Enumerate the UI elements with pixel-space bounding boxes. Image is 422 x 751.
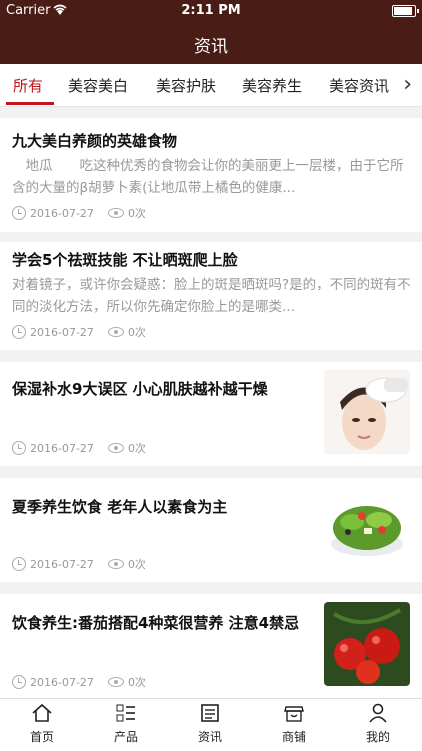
chevron-right-icon[interactable]: ›	[403, 72, 412, 97]
article-date: 2016-07-27	[30, 441, 94, 455]
clock-icon	[12, 441, 26, 455]
status-bar: Carrier 2:11 PM	[0, 0, 422, 22]
bottom-tab-products[interactable]: 产品	[84, 703, 168, 745]
article-title: 九大美白养颜的英雄食物	[12, 132, 178, 150]
article-meta: 2016-07-27 0次	[12, 205, 146, 221]
home-icon	[0, 703, 84, 726]
list-icon	[84, 703, 168, 726]
bottom-tab-label: 我的	[365, 730, 390, 744]
article-date: 2016-07-27	[30, 675, 94, 689]
article-title: 饮食养生:番茄搭配4种菜很营养 注意4禁忌	[12, 614, 300, 632]
article-summary: 地瓜 吃这种优秀的食物会让你的美丽更上一层楼，由于它所含的大量的β胡萝卜素(让地…	[12, 158, 404, 196]
article-card[interactable]: 保湿补水9大误区 小心肌肤越补越干燥 2016-07-27 0次	[0, 362, 422, 466]
face-mask-photo	[324, 370, 410, 454]
clock-icon	[12, 206, 26, 220]
bottom-tab-label: 产品	[113, 730, 138, 744]
bottom-tab-bar: 首页 产品 资讯 商铺 我的	[0, 698, 422, 751]
eye-icon	[107, 559, 124, 569]
eye-icon	[107, 208, 124, 218]
article-date: 2016-07-27	[30, 557, 94, 571]
tomato-photo	[324, 602, 410, 686]
article-title: 学会5个祛斑技能 不让晒斑爬上脸	[12, 251, 238, 269]
article-meta: 2016-07-27 0次	[12, 556, 146, 572]
shop-icon	[252, 703, 336, 726]
salad-photo	[324, 486, 410, 570]
bottom-tab-shop[interactable]: 商铺	[252, 703, 336, 745]
tab-beauty-news[interactable]: 美容资讯	[329, 75, 389, 96]
article-views: 0次	[127, 558, 146, 571]
bottom-tab-label: 商铺	[281, 730, 306, 744]
bottom-tab-home[interactable]: 首页	[0, 703, 84, 745]
bottom-tab-me[interactable]: 我的	[336, 703, 420, 745]
article-summary: 对着镜子，或许你会疑惑：脸上的斑是晒斑吗?是的，不同的斑有不同的淡化方法，所以你…	[12, 277, 411, 315]
page-title: 资讯	[194, 37, 228, 57]
tab-all[interactable]: 所有	[13, 75, 43, 96]
article-meta: 2016-07-27 0次	[12, 324, 146, 340]
eye-icon	[107, 443, 124, 453]
tab-wellness[interactable]: 美容养生	[242, 75, 302, 96]
eye-icon	[107, 327, 124, 337]
article-title: 保湿补水9大误区 小心肌肤越补越干燥	[12, 380, 268, 398]
bottom-tab-label: 首页	[29, 730, 54, 744]
news-icon	[168, 703, 252, 726]
article-views: 0次	[127, 207, 146, 220]
article-meta: 2016-07-27 0次	[12, 440, 146, 456]
article-date: 2016-07-27	[30, 325, 94, 339]
clock-time: 2:11 PM	[181, 3, 241, 18]
article-views: 0次	[127, 326, 146, 339]
article-views: 0次	[127, 442, 146, 455]
user-icon	[336, 703, 420, 726]
bottom-tab-label: 资讯	[197, 730, 222, 744]
tab-whitening[interactable]: 美容美白	[68, 75, 128, 96]
battery-icon	[392, 5, 419, 17]
article-card[interactable]: 夏季养生饮食 老年人以素食为主 2016-07-27 0次	[0, 478, 422, 582]
article-card[interactable]: 九大美白养颜的英雄食物 地瓜 吃这种优秀的食物会让你的美丽更上一层楼，由于它所含…	[0, 118, 422, 232]
clock-icon	[12, 325, 26, 339]
article-views: 0次	[127, 676, 146, 689]
article-meta: 2016-07-27 0次	[12, 674, 146, 690]
clock-icon	[12, 557, 26, 571]
article-card[interactable]: 饮食养生:番茄搭配4种菜很营养 注意4禁忌 2016-07-27 0次	[0, 594, 422, 698]
article-date: 2016-07-27	[30, 206, 94, 220]
bottom-tab-news[interactable]: 资讯	[168, 703, 252, 745]
clock-icon	[12, 675, 26, 689]
eye-icon	[107, 677, 124, 687]
category-tabs: 所有 美容美白 美容护肤 美容养生 美容资讯 ›	[0, 64, 422, 107]
active-tab-indicator	[6, 102, 54, 105]
article-card[interactable]: 学会5个祛斑技能 不让晒斑爬上脸 对着镜子，或许你会疑惑：脸上的斑是晒斑吗?是的…	[0, 242, 422, 350]
nav-bar: 资讯	[0, 22, 422, 64]
article-title: 夏季养生饮食 老年人以素食为主	[12, 498, 228, 516]
tab-skincare[interactable]: 美容护肤	[156, 75, 216, 96]
